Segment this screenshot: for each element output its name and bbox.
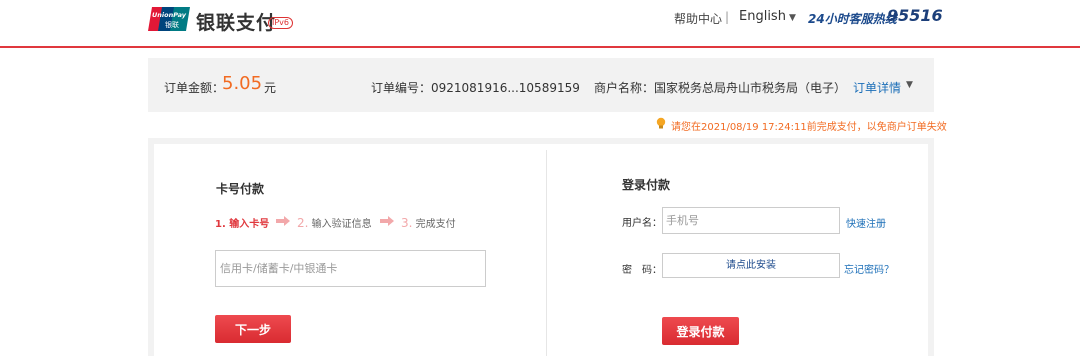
step-3-number: 3. [401, 216, 413, 230]
login-pay-button[interactable]: 登录付款 [662, 317, 739, 345]
phone-input[interactable] [662, 207, 840, 234]
step-2-number: 2. [297, 216, 309, 230]
step-1: 1. 输入卡号 [215, 215, 269, 230]
step-1-number: 1. [215, 219, 226, 230]
caret-down-icon[interactable]: ▼ [906, 80, 913, 90]
step-2: 2. 输入验证信息 [297, 215, 372, 230]
caret-down-icon: ▼ [788, 13, 796, 23]
order-detail-link[interactable]: 订单详情 [853, 79, 901, 96]
next-step-button[interactable]: 下一步 [215, 315, 291, 343]
card-pay-title: 卡号付款 [216, 182, 265, 196]
merchant-name: 商户名称：国家税务总局舟山市税务局（电子） [594, 81, 847, 95]
step-1-label: 输入卡号 [229, 219, 270, 230]
forgot-password-link[interactable]: 忘记密码？ [844, 261, 894, 276]
step-3: 3. 完成支付 [401, 215, 456, 230]
password-label: 密 码： [622, 265, 662, 276]
arrow-right-icon [380, 216, 394, 226]
header-divider [0, 46, 1080, 48]
login-pay-title: 登录付款 [622, 178, 671, 192]
username-label: 用户名： [622, 218, 662, 229]
logo-text-top: UnionPay [152, 11, 187, 19]
brand-title: 银联支付 [196, 12, 277, 34]
amount-label: 订单金额： [164, 81, 225, 95]
quick-register-link[interactable]: 快速注册 [846, 215, 886, 230]
hotline-label: 24小时客服热线 [808, 12, 897, 26]
logo-text-bottom: 银联 [165, 20, 179, 29]
language-label: English [739, 9, 786, 24]
amount-value: 5.05 [222, 73, 263, 94]
ipv6-badge: IPv6 [268, 17, 294, 29]
step-3-label: 完成支付 [415, 219, 456, 230]
nav-separator: | [725, 10, 730, 24]
language-selector[interactable]: English ▼ [739, 9, 796, 24]
unionpay-logo[interactable]: UnionPay 银联 [148, 5, 190, 33]
card-number-input[interactable] [215, 250, 486, 287]
arrow-right-icon [276, 216, 290, 226]
panel-divider [546, 150, 547, 356]
hotline-number: 95516 [887, 6, 943, 25]
password-install-prompt[interactable]: 请点此安装 [662, 253, 840, 278]
amount-unit: 元 [264, 81, 277, 95]
payment-deadline-notice: 请您在2021/08/19 17:24:11前完成支付，以免商户订单失效 [671, 122, 947, 133]
help-center-link[interactable]: 帮助中心 [674, 10, 722, 27]
order-number: 订单编号：0921081916...10589159 [371, 81, 580, 95]
step-2-label: 输入验证信息 [311, 219, 372, 230]
lightbulb-icon [656, 117, 666, 129]
